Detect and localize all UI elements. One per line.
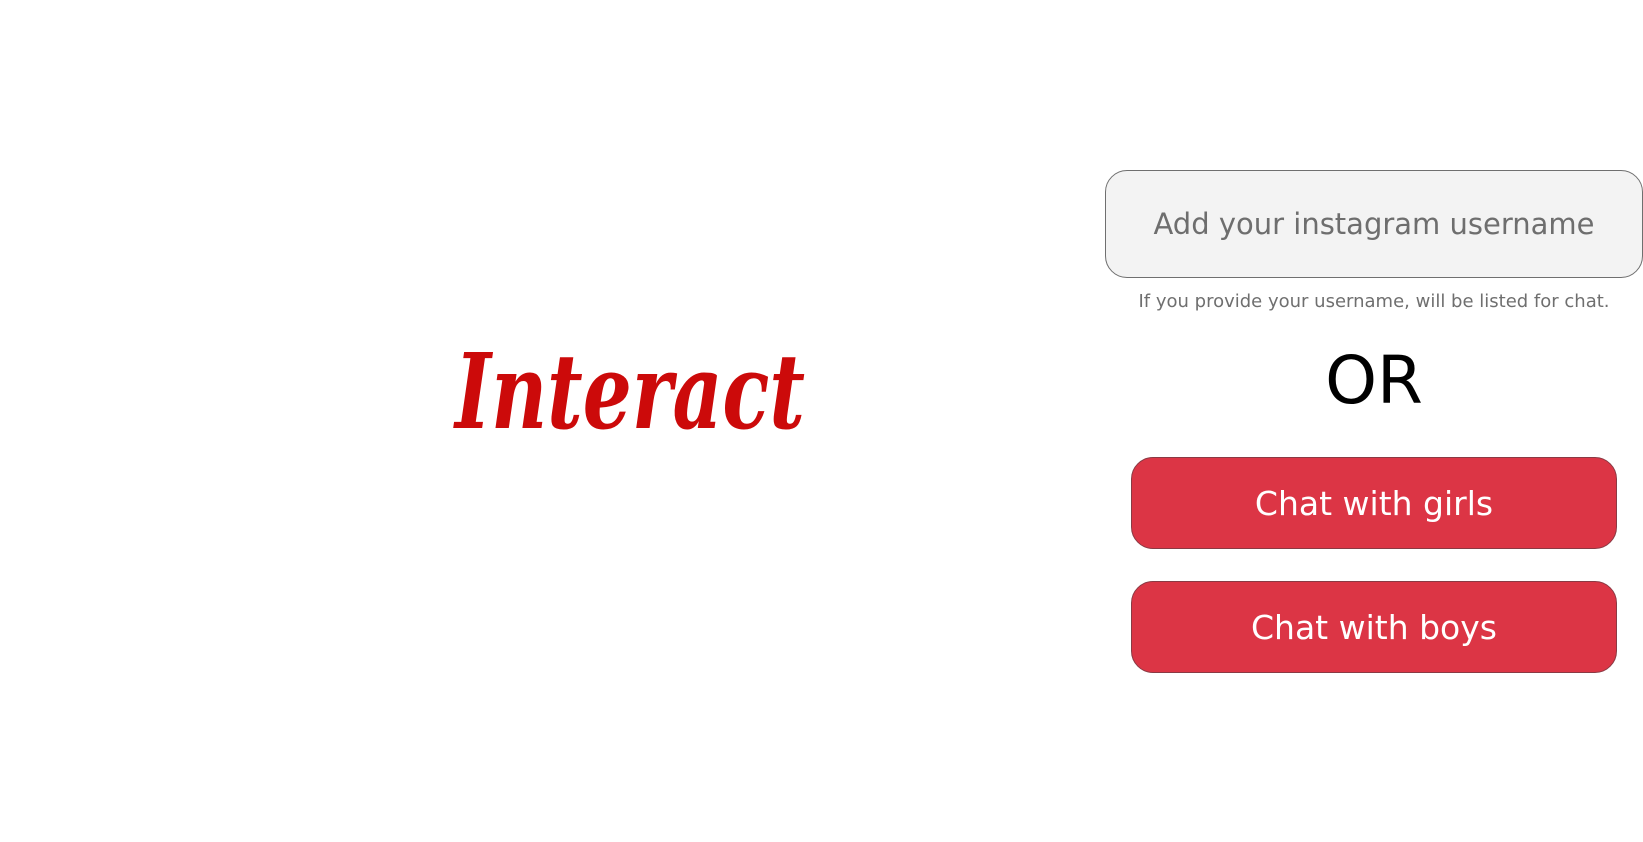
logo-text: Interact <box>453 330 805 453</box>
chat-with-girls-button[interactable]: Chat with girls <box>1131 457 1617 549</box>
instagram-username-input[interactable] <box>1105 170 1643 278</box>
entry-panel: If you provide your username, will be li… <box>1105 170 1643 673</box>
or-divider: OR <box>1325 342 1423 419</box>
chat-with-boys-button[interactable]: Chat with boys <box>1131 581 1617 673</box>
logo: Interact <box>440 330 820 460</box>
logo-image: Interact <box>453 330 805 453</box>
username-hint: If you provide your username, will be li… <box>1138 291 1610 312</box>
